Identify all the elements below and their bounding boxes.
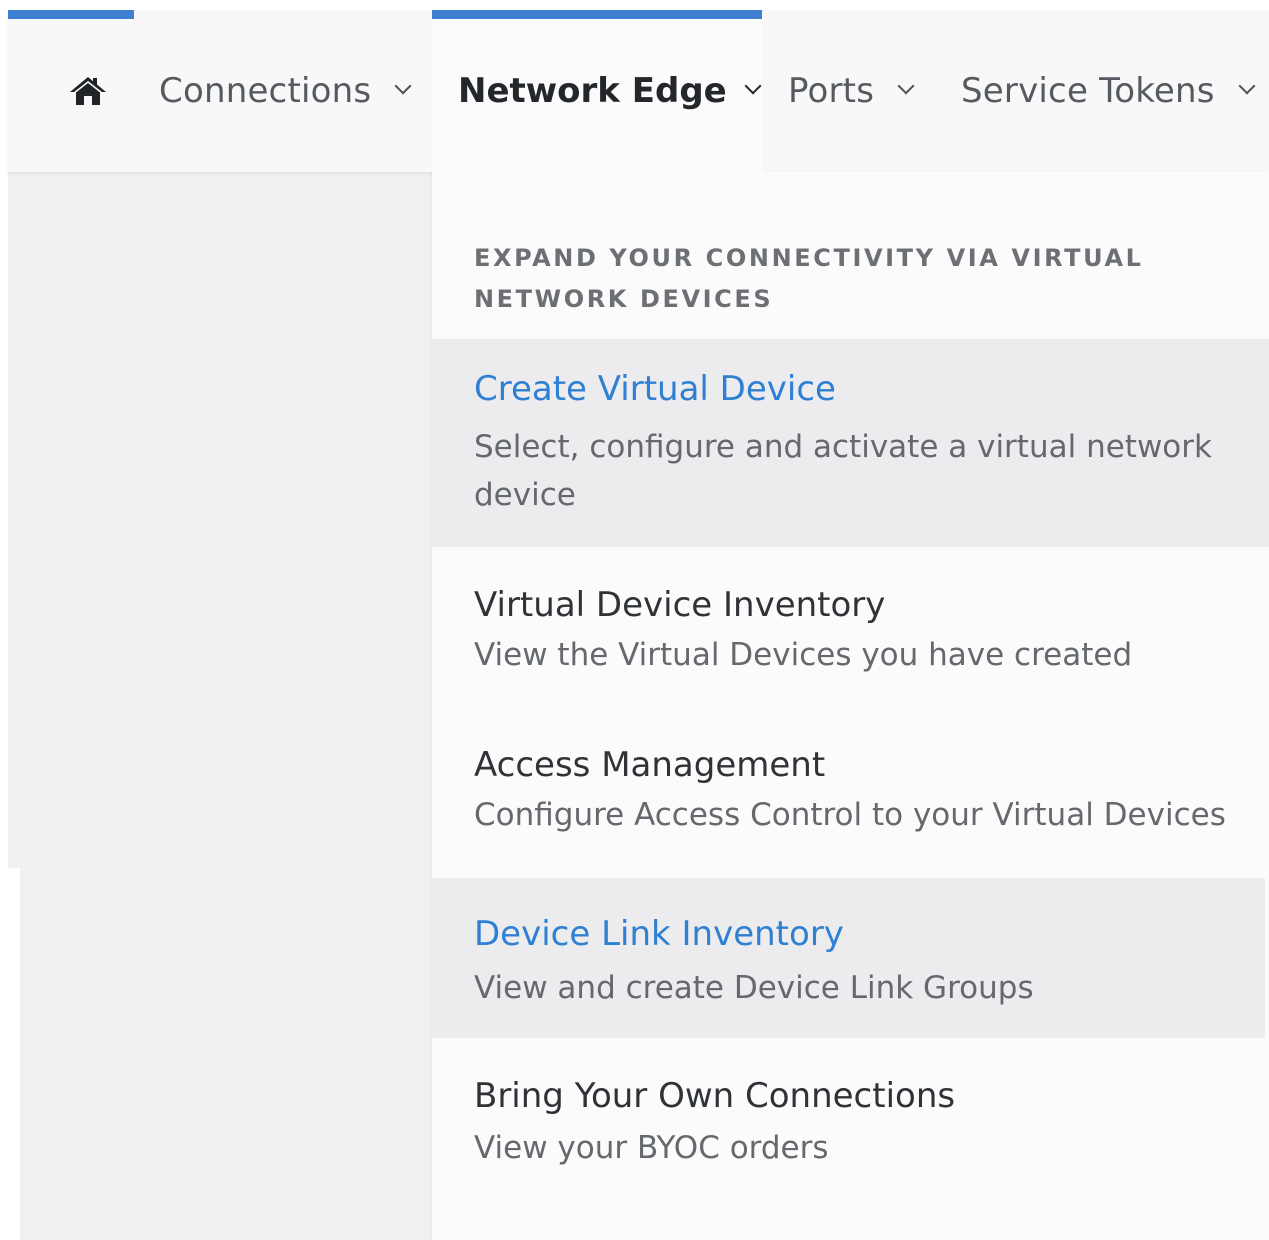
menu-item-bring-your-own-connections[interactable]: Bring Your Own Connections View your BYO… (432, 1042, 1269, 1192)
menu-item-title: Device Link Inventory (474, 914, 844, 954)
network-edge-dropdown-menu: EXPAND YOUR CONNECTIVITY VIA VIRTUAL NET… (432, 172, 1269, 1240)
nav-home[interactable] (38, 10, 138, 172)
menu-item-description: View and create Device Link Groups (474, 970, 1034, 1006)
menu-item-description: View the Virtual Devices you have create… (474, 637, 1133, 673)
menu-item-title: Create Virtual Device (474, 369, 836, 409)
nav-network-edge[interactable]: Network Edge (432, 10, 762, 172)
chevron-down-icon (744, 77, 762, 95)
nav-ports[interactable]: Ports (788, 10, 915, 172)
background-panel (8, 172, 433, 868)
nav-accent-bar (8, 10, 134, 19)
chevron-down-icon (394, 77, 412, 95)
menu-item-title: Access Management (474, 745, 826, 785)
menu-item-title: Bring Your Own Connections (474, 1076, 956, 1116)
menu-item-description: Select, configure and activate a virtual… (474, 429, 1212, 513)
nav-ports-label: Ports (788, 71, 875, 111)
chevron-down-icon (897, 77, 915, 95)
nav-connections[interactable]: Connections (159, 10, 412, 172)
nav-network-edge-label: Network Edge (458, 71, 727, 111)
menu-item-title: Virtual Device Inventory (474, 585, 886, 625)
menu-item-access-management[interactable]: Access Management Configure Access Contr… (432, 717, 1269, 867)
nav-network-edge-inner: Network Edge (458, 10, 762, 172)
nav-service-tokens[interactable]: Service Tokens (961, 10, 1256, 172)
page: Connections Ports Service Tokens Network… (0, 0, 1269, 1240)
menu-item-description: View your BYOC orders (474, 1130, 829, 1166)
menu-item-create-virtual-device[interactable]: Create Virtual Device Select, configure … (432, 339, 1269, 547)
menu-item-description: Configure Access Control to your Virtual… (474, 797, 1226, 833)
menu-item-device-link-inventory[interactable]: Device Link Inventory View and create De… (432, 878, 1265, 1038)
home-icon (68, 75, 108, 107)
menu-item-virtual-device-inventory[interactable]: Virtual Device Inventory View the Virtua… (432, 557, 1269, 705)
menu-heading: EXPAND YOUR CONNECTIVITY VIA VIRTUAL NET… (474, 244, 1144, 313)
nav-service-tokens-label: Service Tokens (961, 71, 1215, 111)
background-panel-lower (20, 868, 433, 1240)
nav-connections-label: Connections (159, 71, 372, 111)
chevron-down-icon (1238, 77, 1256, 95)
